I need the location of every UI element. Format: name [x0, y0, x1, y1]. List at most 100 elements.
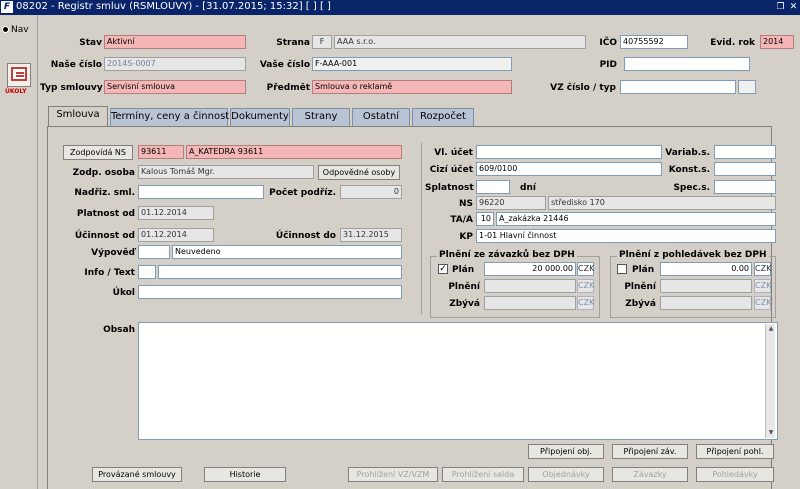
- pripojeni-zav-button[interactable]: Připojení záv.: [612, 444, 688, 459]
- typ-smlouvy-field[interactable]: Servisní smlouva: [104, 80, 246, 94]
- vase-cislo-label: Vaše číslo: [259, 60, 310, 70]
- tab-smlouva[interactable]: Smlouva: [48, 106, 108, 127]
- ucinnost-do-field[interactable]: 31.12.2015: [340, 228, 402, 242]
- zbyva-zav-field[interactable]: [484, 296, 576, 310]
- splatnost-field[interactable]: [476, 180, 510, 194]
- info-code-field[interactable]: [138, 265, 156, 279]
- zbyva-pohl-field[interactable]: [660, 296, 752, 310]
- plan-zav-currency[interactable]: CZK: [577, 262, 594, 276]
- ns-field[interactable]: středisko 170: [548, 196, 776, 210]
- predmet-label: Předmět: [266, 83, 310, 93]
- plan-zav-label: Plán: [452, 265, 475, 275]
- platnost-od-field[interactable]: 01.12.2014: [138, 206, 214, 220]
- vypoved-label: Výpověď: [91, 248, 135, 258]
- plan-pohl-currency[interactable]: CZK: [754, 262, 771, 276]
- plan-pohl-field[interactable]: 0.00: [660, 262, 752, 276]
- restore-icon[interactable]: ❐: [775, 2, 786, 12]
- zavazky-button[interactable]: Závazky: [612, 467, 688, 482]
- strana-field[interactable]: AAA s.r.o.: [334, 35, 586, 49]
- info-text-label: Info / Text: [84, 268, 135, 278]
- zodpovida-code-field[interactable]: 93611: [138, 145, 184, 159]
- plneni-pohl-currency: CZK: [754, 279, 771, 293]
- obsah-scrollbar[interactable]: ▲ ▼: [765, 324, 775, 438]
- pohledavky-button[interactable]: Pohledávky: [696, 467, 774, 482]
- nav-radio[interactable]: Nav: [2, 25, 29, 35]
- variab-s-field[interactable]: [714, 145, 776, 159]
- ukoly-label: ÚKOLY: [5, 88, 27, 95]
- plneni-zav-currency: CZK: [577, 279, 594, 293]
- ico-label: IČO: [599, 38, 617, 48]
- kp-field[interactable]: 1-01 Hlavní činnost: [476, 229, 776, 243]
- scroll-down-icon[interactable]: ▼: [766, 428, 776, 438]
- plan-zav-field[interactable]: 20 000.00: [484, 262, 576, 276]
- vl-ucet-label: Vl. účet: [434, 148, 473, 158]
- vz-cislo-field[interactable]: [620, 80, 736, 94]
- vypoved-code-field[interactable]: [138, 245, 170, 259]
- scroll-up-icon[interactable]: ▲: [766, 324, 776, 334]
- cizi-ucet-field[interactable]: 609/0100: [476, 162, 662, 176]
- provazane-smlouvy-button[interactable]: Provázané smlouvy: [92, 467, 182, 482]
- vz-typ-field[interactable]: [738, 80, 756, 94]
- odpovedne-osoby-button[interactable]: Odpovědné osoby: [318, 165, 400, 180]
- spec-s-field[interactable]: [714, 180, 776, 194]
- plneni-pohl-label: Plnění: [624, 282, 656, 292]
- prohlizeni-salda-button[interactable]: Prohlížení salda: [442, 467, 524, 482]
- nadriz-sml-field[interactable]: [138, 185, 264, 199]
- typ-smlouvy-label: Typ smlouvy: [40, 83, 103, 93]
- plneni-zav-field[interactable]: [484, 279, 576, 293]
- zodp-osoba-field[interactable]: Kalous Tomáš Mgr.: [138, 165, 314, 179]
- ukoly-icon[interactable]: [7, 63, 31, 87]
- vz-cislo-label: VZ číslo / typ: [550, 83, 616, 93]
- predmet-field[interactable]: Smlouva o reklamě: [312, 80, 512, 94]
- nase-cislo-field[interactable]: 2014S-0007: [104, 57, 246, 71]
- ukol-field[interactable]: [138, 285, 402, 299]
- stav-field[interactable]: Aktivní: [104, 35, 246, 49]
- objednavky-button[interactable]: Objednávky: [528, 467, 604, 482]
- pripojeni-obj-button[interactable]: Připojení obj.: [528, 444, 604, 459]
- obsah-textarea[interactable]: [138, 322, 778, 440]
- historie-button[interactable]: Historie: [204, 467, 286, 482]
- prohlizeni-vz-button[interactable]: Prohlížení VZ/VZM: [348, 467, 438, 482]
- vase-cislo-field[interactable]: F-AAA-001: [312, 57, 512, 71]
- ns-label: NS: [458, 199, 473, 209]
- tab-strany[interactable]: Strany: [292, 108, 350, 126]
- tab-ostatni[interactable]: Ostatní: [352, 108, 410, 126]
- ta-a-field[interactable]: A_zakázka 21446: [496, 212, 776, 226]
- tab-rozpocet[interactable]: Rozpočet: [412, 108, 474, 126]
- zodpovida-ns-button[interactable]: Zodpovídá NS: [63, 145, 133, 160]
- pid-field[interactable]: [624, 57, 750, 71]
- kp-label: KP: [459, 232, 473, 242]
- tab-terminy[interactable]: Termíny, ceny a činnosti: [110, 108, 232, 126]
- konst-s-field[interactable]: [714, 162, 776, 176]
- plan-pohl-checkbox[interactable]: [617, 264, 627, 274]
- konst-s-label: Konst.s.: [668, 165, 710, 175]
- plan-pohl-label: Plán: [632, 265, 655, 275]
- ico-field[interactable]: 40755592: [620, 35, 688, 49]
- ukol-label: Úkol: [112, 288, 135, 298]
- ns-code-field[interactable]: 96220: [476, 196, 546, 210]
- title-bar: F 08202 - Registr smluv (RSMLOUVY) - [31…: [0, 0, 800, 15]
- platnost-od-label: Platnost od: [76, 209, 135, 219]
- ta-a-code-field[interactable]: 10: [476, 212, 494, 226]
- zbyva-zav-label: Zbývá: [449, 299, 480, 309]
- plneni-pohl-field[interactable]: [660, 279, 752, 293]
- nase-cislo-label: Naše číslo: [50, 60, 102, 70]
- zodp-osoba-label: Zodp. osoba: [72, 168, 135, 178]
- zodpovida-name-field[interactable]: A_KATEDRA 93611: [186, 145, 402, 159]
- close-icon[interactable]: ✕: [788, 2, 799, 12]
- ucinnost-od-field[interactable]: 01.12.2014: [138, 228, 214, 242]
- evid-rok-field[interactable]: 2014: [760, 35, 794, 49]
- plan-zav-checkbox[interactable]: ✓: [438, 264, 448, 274]
- splatnost-label: Splatnost: [425, 183, 474, 193]
- vypoved-field[interactable]: Neuvedeno: [172, 245, 402, 259]
- ta-a-label: TA/A: [450, 215, 473, 225]
- sidebar: Nav ÚKOLY: [0, 15, 38, 489]
- splatnost-unit: dní: [520, 183, 536, 193]
- tab-dokumenty[interactable]: Dokumenty: [230, 108, 290, 126]
- strana-code-field[interactable]: F: [312, 35, 332, 49]
- pripojeni-pohl-button[interactable]: Připojení pohl.: [696, 444, 774, 459]
- vl-ucet-field[interactable]: [476, 145, 662, 159]
- info-text-field[interactable]: [158, 265, 402, 279]
- pocet-podriz-label: Počet podříz.: [269, 188, 336, 198]
- pocet-podriz-field[interactable]: 0: [340, 185, 402, 199]
